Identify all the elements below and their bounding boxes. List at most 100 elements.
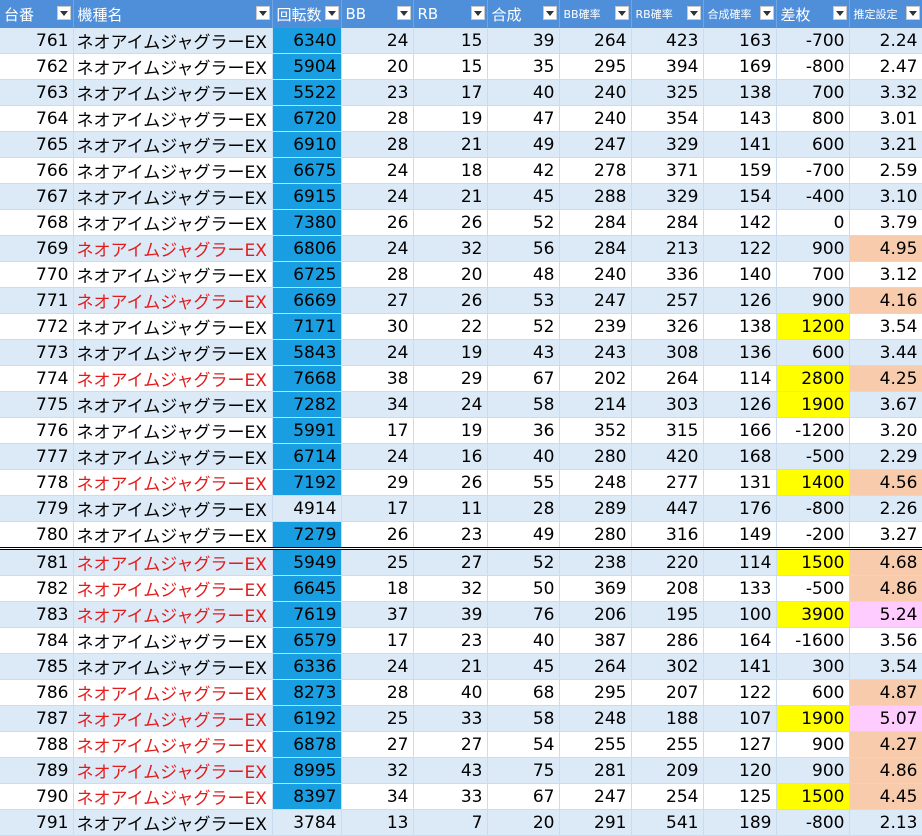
total-probability-cell[interactable]: 120 (703, 757, 777, 784)
bb-count-cell[interactable]: 24 (341, 235, 414, 262)
total-probability-cell[interactable]: 131 (703, 469, 777, 496)
rb-count-cell[interactable]: 26 (413, 209, 488, 236)
coin-difference-cell[interactable]: 2800 (776, 365, 850, 392)
bb-count-cell[interactable]: 28 (341, 261, 414, 288)
rb-probability-cell[interactable]: 286 (631, 627, 704, 654)
estimated-setting-cell[interactable]: 4.86 (849, 575, 922, 602)
machine-name-cell[interactable]: ネオアイムジャグラーEX (73, 261, 273, 288)
coin-difference-cell[interactable]: -700 (776, 28, 850, 54)
machine-number-cell[interactable]: 784 (0, 627, 74, 654)
coin-difference-cell[interactable]: 1200 (776, 313, 850, 340)
bb-probability-cell[interactable]: 352 (559, 417, 632, 444)
spin-count-cell[interactable]: 7171 (272, 313, 342, 340)
total-bonus-cell[interactable]: 40 (487, 627, 560, 654)
coin-difference-cell[interactable]: 0 (776, 209, 850, 236)
rb-probability-cell[interactable]: 423 (631, 28, 704, 54)
machine-number-cell[interactable]: 768 (0, 209, 74, 236)
rb-count-cell[interactable]: 33 (413, 783, 488, 810)
rb-count-cell[interactable]: 19 (413, 417, 488, 444)
spin-count-cell[interactable]: 4914 (272, 495, 342, 522)
bb-probability-cell[interactable]: 239 (559, 313, 632, 340)
total-bonus-cell[interactable]: 67 (487, 783, 560, 810)
rb-probability-cell[interactable]: 209 (631, 757, 704, 784)
coin-difference-cell[interactable]: -800 (776, 809, 850, 836)
filter-dropdown-icon[interactable] (470, 6, 485, 20)
machine-name-cell[interactable]: ネオアイムジャグラーEX (73, 183, 273, 210)
spin-count-cell[interactable]: 3784 (272, 809, 342, 836)
bb-probability-cell[interactable]: 264 (559, 653, 632, 680)
spin-count-cell[interactable]: 6806 (272, 235, 342, 262)
bb-probability-cell[interactable]: 247 (559, 287, 632, 314)
estimated-setting-cell[interactable]: 3.01 (849, 105, 922, 132)
total-probability-cell[interactable]: 168 (703, 443, 777, 470)
rb-probability-cell[interactable]: 257 (631, 287, 704, 314)
machine-name-cell[interactable]: ネオアイムジャグラーEX (73, 601, 273, 628)
machine-number-cell[interactable]: 770 (0, 261, 74, 288)
spin-count-cell[interactable]: 6192 (272, 705, 342, 732)
bb-probability-cell[interactable]: 288 (559, 183, 632, 210)
rb-probability-cell[interactable]: 447 (631, 495, 704, 522)
bb-probability-cell[interactable]: 206 (559, 601, 632, 628)
machine-name-cell[interactable]: ネオアイムジャグラーEX (73, 443, 273, 470)
estimated-setting-cell[interactable]: 3.27 (849, 521, 922, 550)
spin-count-cell[interactable]: 7279 (272, 521, 342, 550)
total-bonus-cell[interactable]: 36 (487, 417, 560, 444)
bb-count-cell[interactable]: 28 (341, 131, 414, 158)
total-probability-cell[interactable]: 141 (703, 131, 777, 158)
machine-name-cell[interactable]: ネオアイムジャグラーEX (73, 28, 273, 54)
machine-number-cell[interactable]: 791 (0, 809, 74, 836)
machine-name-cell[interactable]: ネオアイムジャグラーEX (73, 548, 273, 576)
total-probability-cell[interactable]: 122 (703, 679, 777, 706)
machine-name-cell[interactable]: ネオアイムジャグラーEX (73, 809, 273, 836)
coin-difference-cell[interactable]: -400 (776, 183, 850, 210)
total-probability-cell[interactable]: 138 (703, 79, 777, 106)
estimated-setting-cell[interactable]: 2.13 (849, 809, 922, 836)
bb-probability-cell[interactable]: 202 (559, 365, 632, 392)
bb-count-cell[interactable]: 24 (341, 339, 414, 366)
total-probability-cell[interactable]: 140 (703, 261, 777, 288)
rb-probability-cell[interactable]: 303 (631, 391, 704, 418)
total-probability-cell[interactable]: 142 (703, 209, 777, 236)
bb-count-cell[interactable]: 25 (341, 548, 414, 576)
bb-probability-cell[interactable]: 280 (559, 443, 632, 470)
spin-count-cell[interactable]: 6675 (272, 157, 342, 184)
coin-difference-cell[interactable]: -1600 (776, 627, 850, 654)
estimated-setting-cell[interactable]: 3.56 (849, 627, 922, 654)
rb-probability-cell[interactable]: 264 (631, 365, 704, 392)
coin-difference-cell[interactable]: 1500 (776, 783, 850, 810)
machine-name-cell[interactable]: ネオアイムジャグラーEX (73, 679, 273, 706)
coin-difference-cell[interactable]: 3900 (776, 601, 850, 628)
machine-name-cell[interactable]: ネオアイムジャグラーEX (73, 391, 273, 418)
bb-count-cell[interactable]: 32 (341, 757, 414, 784)
bb-count-cell[interactable]: 28 (341, 679, 414, 706)
estimated-setting-cell[interactable]: 3.21 (849, 131, 922, 158)
estimated-setting-cell[interactable]: 3.54 (849, 653, 922, 680)
machine-number-cell[interactable]: 763 (0, 79, 74, 106)
total-probability-cell[interactable]: 100 (703, 601, 777, 628)
rb-count-cell[interactable]: 32 (413, 575, 488, 602)
rb-probability-cell[interactable]: 220 (631, 548, 704, 576)
coin-difference-cell[interactable]: -800 (776, 495, 850, 522)
coin-difference-cell[interactable]: 1900 (776, 705, 850, 732)
estimated-setting-cell[interactable]: 4.25 (849, 365, 922, 392)
rb-count-cell[interactable]: 23 (413, 627, 488, 654)
rb-probability-cell[interactable]: 195 (631, 601, 704, 628)
machine-name-cell[interactable]: ネオアイムジャグラーEX (73, 53, 273, 80)
bb-probability-cell[interactable]: 289 (559, 495, 632, 522)
rb-probability-cell[interactable]: 308 (631, 339, 704, 366)
total-bonus-cell[interactable]: 53 (487, 287, 560, 314)
rb-probability-cell[interactable]: 207 (631, 679, 704, 706)
coin-difference-cell[interactable]: 1400 (776, 469, 850, 496)
rb-probability-cell[interactable]: 329 (631, 131, 704, 158)
spin-count-cell[interactable]: 7668 (272, 365, 342, 392)
total-bonus-cell[interactable]: 20 (487, 809, 560, 836)
machine-number-cell[interactable]: 775 (0, 391, 74, 418)
bb-count-cell[interactable]: 27 (341, 731, 414, 758)
spin-count-cell[interactable]: 7282 (272, 391, 342, 418)
rb-count-cell[interactable]: 16 (413, 443, 488, 470)
bb-count-cell[interactable]: 24 (341, 28, 414, 54)
machine-number-cell[interactable]: 781 (0, 548, 74, 576)
bb-probability-cell[interactable]: 240 (559, 105, 632, 132)
coin-difference-cell[interactable]: 900 (776, 235, 850, 262)
spin-count-cell[interactable]: 5522 (272, 79, 342, 106)
